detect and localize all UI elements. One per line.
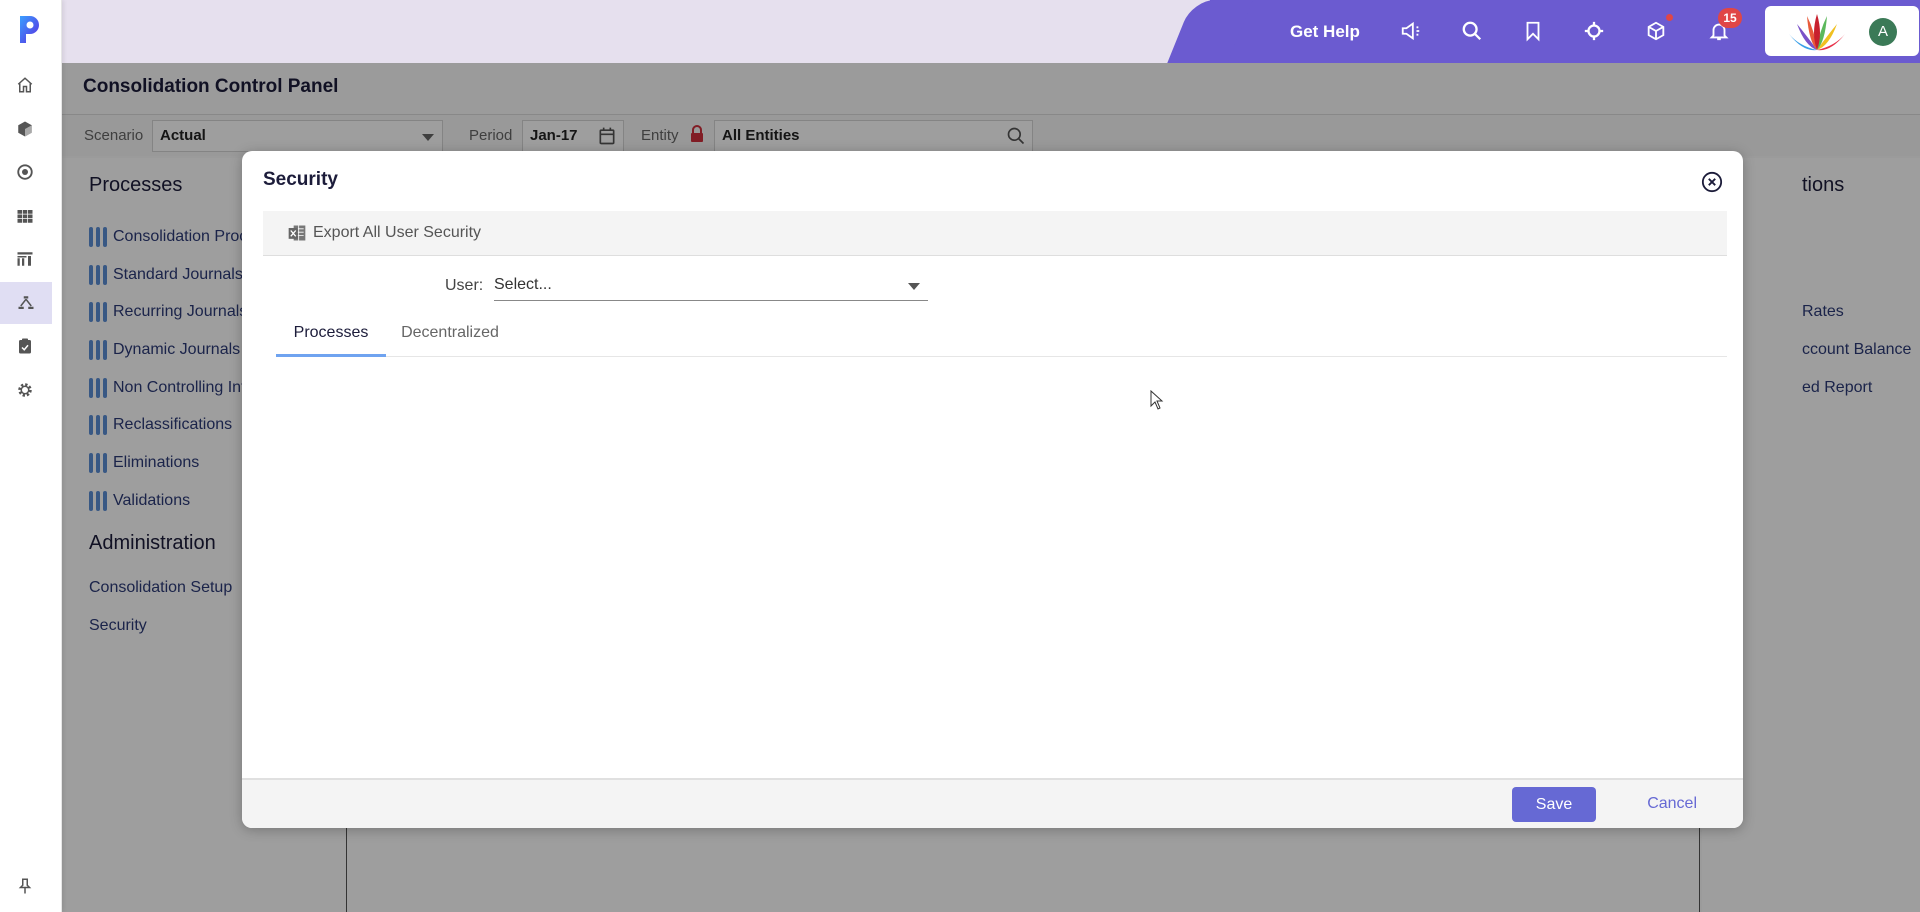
search-button[interactable] <box>1461 20 1483 42</box>
apps-notification-dot <box>1666 14 1673 21</box>
dashboard-icon <box>17 252 33 266</box>
lotus-logo-icon <box>1789 14 1845 51</box>
brand-user-box: A <box>1765 6 1919 56</box>
dialog-title: Security <box>263 169 338 190</box>
rail-tasks[interactable] <box>0 325 50 367</box>
notification-count-badge: 15 <box>1718 8 1742 28</box>
security-dialog: Security Export All User Security User: … <box>242 151 1743 828</box>
home-icon <box>17 77 33 93</box>
megaphone-icon <box>1401 21 1420 41</box>
announcements-button[interactable] <box>1400 20 1422 42</box>
dialog-body <box>242 358 1743 778</box>
cancel-button[interactable]: Cancel <box>1647 795 1697 813</box>
dialog-tabs: Processes Decentralized <box>276 315 1727 357</box>
chevron-down-icon <box>908 283 920 290</box>
cube-icon <box>1647 21 1665 41</box>
left-nav-rail <box>0 0 62 912</box>
get-help-link[interactable]: Get Help <box>1290 22 1360 42</box>
search-icon <box>1462 21 1482 41</box>
app-logo-icon[interactable] <box>16 12 44 46</box>
user-label: User: <box>445 277 484 294</box>
tab-processes[interactable]: Processes <box>276 315 386 357</box>
close-icon[interactable] <box>1701 171 1723 193</box>
user-placeholder: Select... <box>494 276 552 293</box>
bookmarks-button[interactable] <box>1522 20 1544 42</box>
navigator-button[interactable] <box>1583 20 1605 42</box>
tab-decentralized[interactable]: Decentralized <box>388 315 512 357</box>
cube-icon <box>18 121 32 137</box>
dialog-toolbar: Export All User Security <box>263 211 1727 256</box>
export-label: Export All User Security <box>313 224 482 241</box>
rail-home[interactable] <box>0 64 50 106</box>
mouse-cursor-icon <box>1150 390 1164 410</box>
gear-icon <box>18 383 32 397</box>
top-bar: Get Help 15 A <box>62 0 1920 63</box>
rail-settings[interactable] <box>0 369 50 411</box>
user-avatar[interactable]: A <box>1869 18 1897 46</box>
crosshair-icon <box>1584 21 1604 41</box>
save-button[interactable]: Save <box>1512 787 1596 822</box>
rail-targets[interactable] <box>0 151 50 193</box>
grid-icon <box>17 210 33 223</box>
rail-reports[interactable] <box>0 238 50 280</box>
pin-icon <box>18 878 32 894</box>
target-circle-icon <box>17 164 33 180</box>
dialog-footer: Save Cancel <box>242 778 1743 828</box>
apps-button[interactable] <box>1645 20 1667 42</box>
export-all-user-security-button[interactable]: Export All User Security <box>287 223 481 243</box>
clipboard-check-icon <box>19 338 31 354</box>
hierarchy-icon <box>18 296 34 309</box>
bookmark-icon <box>1526 21 1540 42</box>
user-dropdown[interactable]: Select... <box>494 271 928 301</box>
rail-consolidation[interactable] <box>0 282 52 324</box>
rail-pin[interactable] <box>0 865 50 907</box>
excel-icon <box>288 225 306 241</box>
rail-models[interactable] <box>0 108 50 150</box>
rail-grid[interactable] <box>0 195 50 237</box>
